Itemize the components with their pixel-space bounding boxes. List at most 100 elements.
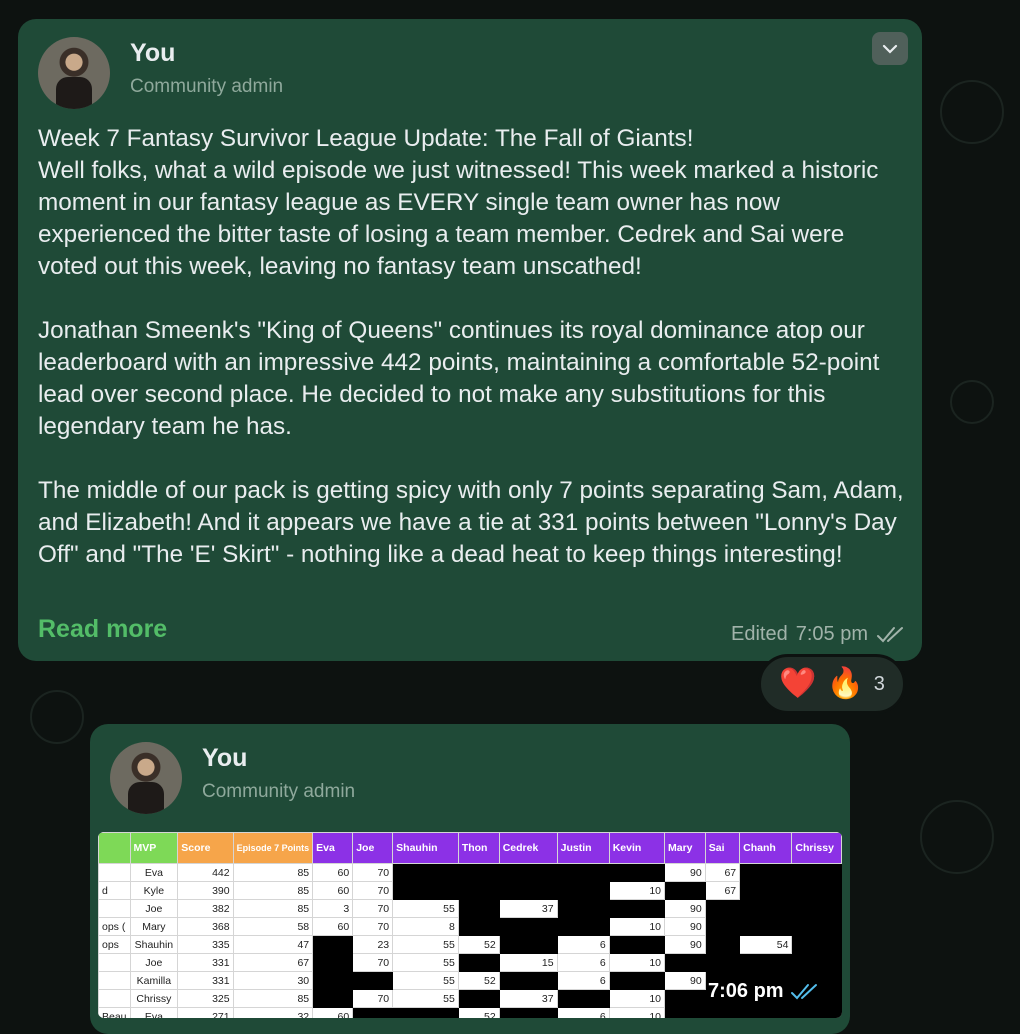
sheet-cell: 58: [232, 917, 314, 936]
sheet-cell: [457, 863, 500, 882]
sheet-header-cell: Episode 7 Points: [232, 832, 314, 864]
sheet-cell: [791, 863, 842, 882]
sheet-cell: [556, 881, 610, 900]
sheet-cell: 15: [498, 953, 558, 972]
sheet-cell: 6: [556, 1007, 610, 1018]
double-check-icon: [877, 626, 903, 642]
table-row: ops (Mary 368 58 60 70 8 10 90: [98, 917, 842, 936]
paragraph-2: Jonathan Smeenk's "King of Queens" conti…: [38, 317, 880, 440]
reactions-bar[interactable]: ❤️ 🔥 3: [758, 654, 906, 714]
sheet-cell: 10: [608, 953, 666, 972]
sender-name[interactable]: You: [202, 744, 247, 773]
sheet-header-cell: Kevin: [608, 832, 666, 864]
sheet-cell: [98, 953, 131, 972]
sheet-cell: 6: [556, 935, 610, 954]
sheet-cell: 55: [392, 899, 459, 918]
sheet-cell: 442: [177, 863, 234, 882]
sheet-cell: 67: [232, 953, 314, 972]
sheet-cell: 30: [232, 971, 314, 990]
sheet-cell: [739, 881, 793, 900]
sheet-cell: Eva: [129, 863, 179, 882]
sheet-cell: 70: [352, 989, 394, 1008]
paragraph-1: Week 7 Fantasy Survivor League Update: T…: [38, 125, 879, 280]
sheet-cell: [556, 917, 610, 936]
sheet-cell: 8: [392, 917, 459, 936]
fire-reaction[interactable]: 🔥: [826, 669, 863, 699]
sheet-cell: 90: [664, 899, 706, 918]
sheet-cell: 47: [232, 935, 314, 954]
sheet-cell: 32: [232, 1007, 314, 1018]
double-check-icon: [790, 983, 817, 999]
sheet-cell: 37: [498, 899, 558, 918]
paragraph-3: The middle of our pack is getting spicy …: [38, 477, 904, 568]
message-bubble[interactable]: You Community admin Week 7 Fantasy Survi…: [18, 19, 922, 661]
sheet-cell: 382: [177, 899, 234, 918]
sheet-cell: [352, 1007, 394, 1018]
message-time: 7:05 pm: [795, 623, 868, 645]
sheet-cell: [739, 953, 793, 972]
sheet-cell: Joe: [129, 953, 179, 972]
sheet-cell: [98, 899, 131, 918]
sheet-cell: 10: [608, 881, 666, 900]
sheet-cell: 52: [457, 935, 500, 954]
background-doodle: [950, 380, 994, 424]
sheet-header-cell: Sai: [704, 832, 741, 864]
sheet-header-cell: Mary: [664, 832, 706, 864]
sheet-cell: [739, 899, 793, 918]
sheet-cell: 85: [232, 863, 314, 882]
sheet-cell: 10: [608, 1007, 666, 1018]
sheet-cell: 6: [556, 953, 610, 972]
sheet-cell: [312, 971, 354, 990]
sheet-cell: Shauhin: [129, 935, 179, 954]
sheet-cell: Kamilla: [129, 971, 179, 990]
sheet-cell: 70: [352, 881, 394, 900]
message-bubble[interactable]: You Community admin MVP Score Episode 7 Po…: [90, 724, 850, 1034]
sheet-cell: 331: [177, 971, 234, 990]
sheet-cell: [739, 917, 793, 936]
sender-name[interactable]: You: [130, 39, 175, 68]
sheet-cell: [392, 881, 459, 900]
table-row: Joe 331 67 70 55 15 6 10: [98, 953, 842, 972]
message-menu-button[interactable]: [872, 32, 908, 65]
heart-reaction[interactable]: ❤️: [779, 669, 816, 699]
sheet-cell: [556, 989, 610, 1008]
sheet-cell: ops (: [98, 917, 131, 936]
sheet-cell: [704, 899, 741, 918]
table-row: d Kyle 390 85 60 70 10 67: [98, 881, 842, 900]
sheet-cell: [791, 953, 842, 972]
message-meta: Edited 7:05 pm: [731, 623, 906, 646]
sheet-cell: 271: [177, 1007, 234, 1018]
sheet-cell: 3: [312, 899, 354, 918]
sheet-cell: 10: [608, 989, 666, 1008]
message-time: 7:06 pm: [708, 980, 784, 1002]
sheet-cell: [608, 935, 666, 954]
sheet-cell: [608, 863, 666, 882]
background-doodle: [920, 800, 994, 874]
sheet-cell: [498, 935, 558, 954]
sheet-header-cell: Thon: [457, 832, 500, 864]
read-more-link[interactable]: Read more: [38, 615, 167, 644]
sheet-cell: [704, 935, 741, 954]
avatar[interactable]: [110, 742, 182, 814]
sheet-cell: Chrissy: [129, 989, 179, 1008]
sheet-cell: 67: [704, 863, 741, 882]
sheet-cell: [608, 899, 666, 918]
sheet-cell: [498, 1007, 558, 1018]
sheet-header-cell: Justin: [556, 832, 610, 864]
sheet-cell: [457, 989, 500, 1008]
sheet-cell: [664, 1007, 706, 1018]
sheet-header-cell: Shauhin: [392, 832, 459, 864]
sheet-cell: Eva: [129, 1007, 179, 1018]
chevron-down-icon: [882, 44, 898, 54]
sheet-cell: 55: [392, 935, 459, 954]
avatar[interactable]: [38, 37, 110, 109]
sheet-cell: [498, 881, 558, 900]
sheet-cell: [312, 953, 354, 972]
sheet-cell: [739, 863, 793, 882]
sheet-cell: [392, 863, 459, 882]
sheet-cell: [392, 1007, 459, 1018]
sheet-cell: 6: [556, 971, 610, 990]
sheet-cell: [98, 971, 131, 990]
sheet-cell: 52: [457, 971, 500, 990]
sheet-cell: [791, 881, 842, 900]
